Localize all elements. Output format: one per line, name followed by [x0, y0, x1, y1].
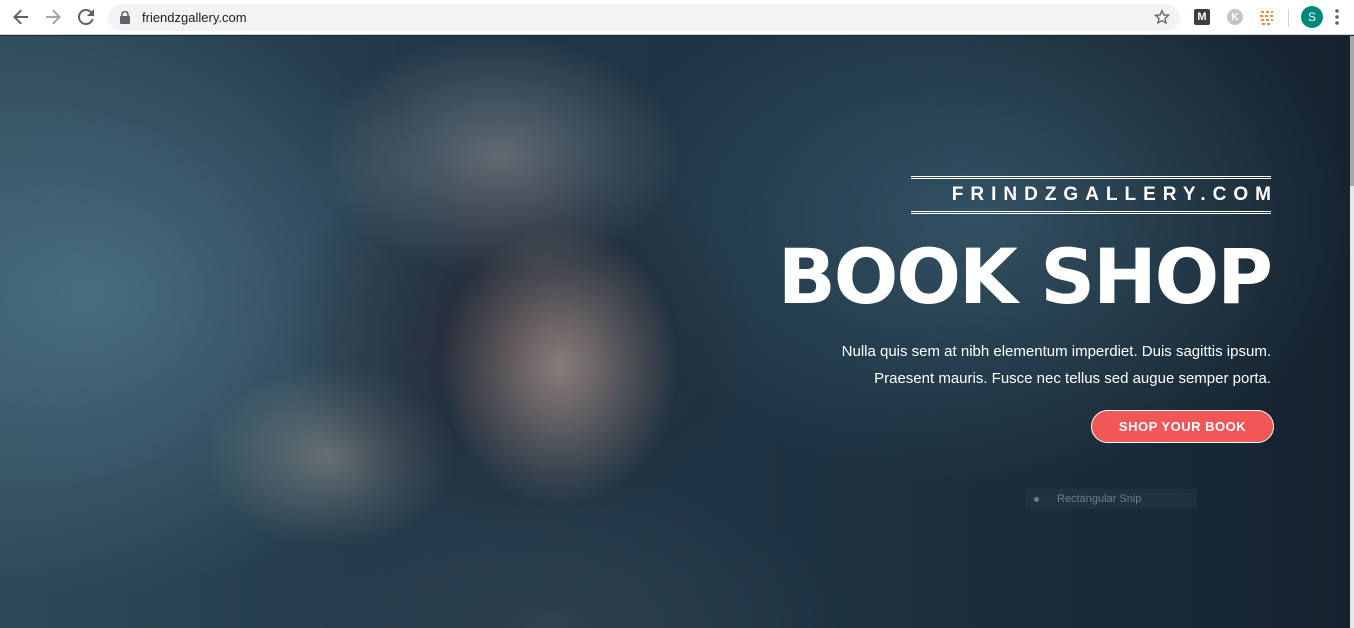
forward-button[interactable] [42, 6, 64, 28]
kebab-menu-icon[interactable] [1335, 8, 1339, 26]
toolbar-divider [1288, 9, 1289, 27]
back-button[interactable] [10, 6, 32, 28]
profile-avatar[interactable]: S [1301, 6, 1323, 28]
site-brand-text: FRINDZGALLERY.COM [951, 184, 1278, 205]
hero-description-line: Praesent mauris. Fusce nec tellus sed au… [874, 370, 1271, 387]
snip-tooltip: Rectangular Snip [1025, 489, 1197, 509]
hero-description: Nulla quis sem at nibh elementum imperdi… [842, 338, 1271, 392]
arrow-right-icon [46, 9, 61, 25]
browser-toolbar: friendzgallery.com M K S [0, 0, 1354, 35]
hero-banner: FRINDZGALLERY.COM BOOK SHOP Nulla quis s… [0, 36, 1350, 628]
grid-extension-icon[interactable] [1258, 8, 1276, 26]
m-extension-icon[interactable]: M [1194, 9, 1210, 25]
site-brand: FRINDZGALLERY.COM [911, 176, 1271, 214]
shop-your-book-button[interactable]: SHOP YOUR BOOK [1091, 410, 1274, 443]
k-extension-icon[interactable]: K [1227, 9, 1243, 25]
snip-tooltip-text: Rectangular Snip [1057, 493, 1142, 505]
grid-icon [1260, 11, 1273, 25]
reload-button[interactable] [75, 6, 97, 28]
lock-icon [120, 11, 130, 24]
bullet-icon [1034, 496, 1039, 502]
address-bar[interactable]: friendzgallery.com [108, 4, 1180, 31]
hero-description-line: Nulla quis sem at nibh elementum imperdi… [841, 343, 1271, 360]
url-text: friendzgallery.com [142, 10, 247, 25]
reload-icon [78, 9, 94, 25]
scrollbar-thumb[interactable] [1350, 36, 1354, 186]
star-icon[interactable] [1154, 9, 1170, 25]
arrow-left-icon [13, 9, 28, 25]
hero-headline: BOOK SHOP [777, 232, 1273, 321]
